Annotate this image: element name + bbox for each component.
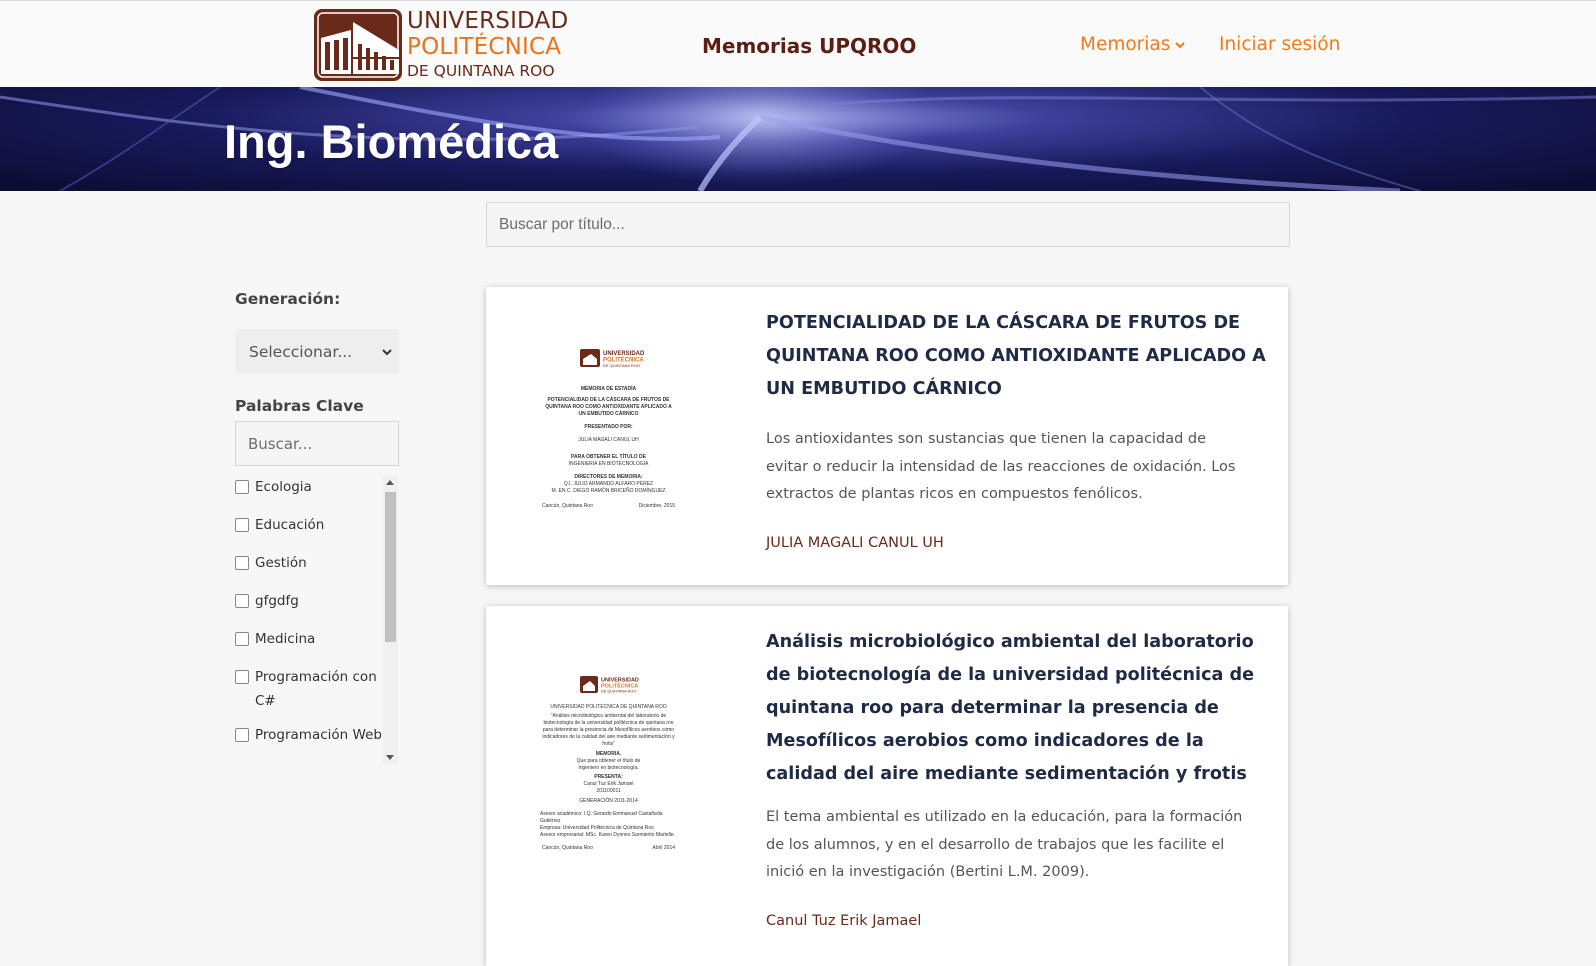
keyword-label: Gestión [255,555,307,571]
hero-banner: Ing. Biomédica [0,87,1596,191]
keyword-item[interactable]: Gestión [235,551,385,575]
thumb-degree-label: PARA OBTENER EL TÍTULO DE [571,454,646,460]
university-building-icon [314,9,402,81]
site-header: UNIVERSIDAD POLITÉCNICA DE QUINTANA ROO … [0,0,1596,87]
thumb-director-2: M. EN C. DIEGO RAMÓN BRICEÑO DOMÍNGUEZ [551,488,666,494]
memoria-author[interactable]: JULIA MAGALI CANUL UH [766,535,944,551]
memoria-thumbnail[interactable]: UNIVERSIDAD POLITÉCNICA DE QUINTANA ROO … [536,345,681,535]
thumb-presented-by: PRESENTADO POR: [584,424,633,430]
memoria-card[interactable]: UNIVERSIDAD POLITÉCNICA DE QUINTANA ROO … [486,606,1288,966]
thumb-date: Diciembre, 2015 [638,503,675,509]
thumb-director-1: Q.I. JULIO ARMANDO ALFARO PÉREZ [563,481,654,487]
thumb-advisor-2: Asesor empresarial: MSc. Karen Dynnes Sa… [540,832,676,838]
thumb-date: Abril 2014 [652,845,675,851]
nav-login-link[interactable]: Iniciar sesión [1219,34,1340,55]
memoria-title[interactable]: Análisis microbiológico ambiental del la… [766,626,1266,791]
keyword-label: Programación con C# [255,669,377,709]
keywords-label: Palabras Clave [235,397,364,415]
memoria-thumbnail[interactable]: UNIVERSIDAD POLITÉCNICA DE QUINTANA ROO … [536,674,681,884]
keyword-item[interactable]: gfgdfg [235,589,385,613]
keyword-label: Medicina [255,631,316,647]
svg-text:POLITÉCNICA: POLITÉCNICA [601,682,638,690]
thumb-header: MEMORIA DE ESTADÍA [580,386,637,392]
generation-select-value: Seleccionar... [249,342,353,361]
university-logo[interactable]: UNIVERSIDAD POLITÉCNICA DE QUINTANA ROO [313,8,569,82]
keyword-label: Programación Web [255,727,382,743]
thumb-presents: PRESENTA: [594,774,623,780]
university-logo-icon: UNIVERSIDAD POLITÉCNICA DE QUINTANA ROO [580,349,645,368]
memoria-card[interactable]: UNIVERSIDAD POLITÉCNICA DE QUINTANA ROO … [486,287,1288,585]
keyword-checkbox[interactable] [235,480,249,494]
thumb-place: Cancún, Quintana Roo [542,503,593,509]
memoria-description: Los antioxidantes son sustancias que tie… [766,431,1236,502]
keyword-checkbox[interactable] [235,728,249,742]
thumb-student-id: 201100011 [596,788,621,794]
keyword-item[interactable]: Ecologia [235,475,385,499]
thumb-university: UNIVERSIDAD POLITÉCNICA DE QUINTANA ROO [550,704,667,710]
title-search-input[interactable] [486,202,1290,247]
nav-login-label: Iniciar sesión [1219,34,1341,55]
generation-label: Generación: [235,290,341,308]
keyword-item[interactable]: Medicina [235,627,385,651]
thumb-advisor-1: Asesor académico: I.Q. Gerardo Emmanuel … [540,811,663,824]
thumb-company: Empresa: Universidad Politécnica de Quin… [540,825,654,831]
scroll-down-arrow-icon[interactable] [386,755,394,760]
keywords-search-input[interactable] [235,421,399,466]
keyword-label: Ecologia [255,479,312,495]
svg-text:DE QUINTANA ROO: DE QUINTANA ROO [601,690,636,694]
memoria-title[interactable]: POTENCIALIDAD DE LA CÁSCARA DE FRUTOS DE… [766,307,1266,406]
thumb-degree: Ingeniero en biotecnología. [578,765,639,771]
svg-text:DE QUINTANA ROO: DE QUINTANA ROO [603,363,640,368]
keyword-item[interactable]: Programación con C# [235,665,385,713]
thumb-generation: GENERACIÓN 2011-2014 [579,798,638,804]
keyword-checkbox[interactable] [235,632,249,646]
scroll-up-arrow-icon[interactable] [386,480,394,485]
thumb-title: POTENCIALIDAD DE LA CÁSCARA DE FRUTOS DE… [545,397,672,417]
logo-line-1: UNIVERSIDAD [407,8,569,35]
thumb-doc-type: MEMORIA. [595,751,622,757]
keywords-list: Ecologia Educación Gestión gfgdfg Medici… [235,475,399,765]
scrollbar-thumb[interactable] [385,492,396,642]
keyword-checkbox[interactable] [235,670,249,684]
svg-text:UNIVERSIDAD: UNIVERSIDAD [603,351,645,357]
logo-line-3: DE QUINTANA ROO [407,62,555,81]
keywords-scrollbar[interactable] [383,475,398,765]
site-title[interactable]: Memorias UPQROO [702,34,916,58]
memoria-author[interactable]: Canul Tuz Erik Jamael [766,913,921,929]
thumb-student: Canul Tuz Erik Jamael [583,781,634,787]
nav-memorias-dropdown[interactable]: Memorias [1080,34,1186,55]
chevron-down-icon [382,349,392,356]
thumb-degree: INGENIERÍA EN BIOTECNOLOGÍA [568,461,649,467]
memoria-description: El tema ambiental es utilizado en la edu… [766,809,1243,880]
keyword-label: Educación [255,517,325,533]
thumb-degree-label: Que para obtener el título de [576,758,641,764]
keyword-checkbox[interactable] [235,594,249,608]
thumb-student: JULIA MAGALI CANUL UH [578,437,639,443]
university-logo-icon: UNIVERSIDAD POLITÉCNICA DE QUINTANA ROO [580,676,639,694]
keyword-item[interactable]: Educación [235,513,385,537]
keyword-label: gfgdfg [255,593,299,609]
page-title: Ing. Biomédica [224,115,559,168]
keyword-checkbox[interactable] [235,556,249,570]
thumb-title: “Análisis microbiológico ambiental del l… [542,713,675,747]
chevron-down-icon [1175,41,1186,48]
nav-memorias-label: Memorias [1080,34,1171,55]
thumb-place: Cancún, Quintana Roo [542,845,593,851]
logo-line-2: POLITÉCNICA [407,34,562,61]
generation-select[interactable]: Seleccionar... [235,329,399,374]
thumb-directors-label: DIRECTORES DE MEMORIA: [574,474,643,480]
keyword-item[interactable]: Programación Web [235,723,385,747]
keyword-checkbox[interactable] [235,518,249,532]
